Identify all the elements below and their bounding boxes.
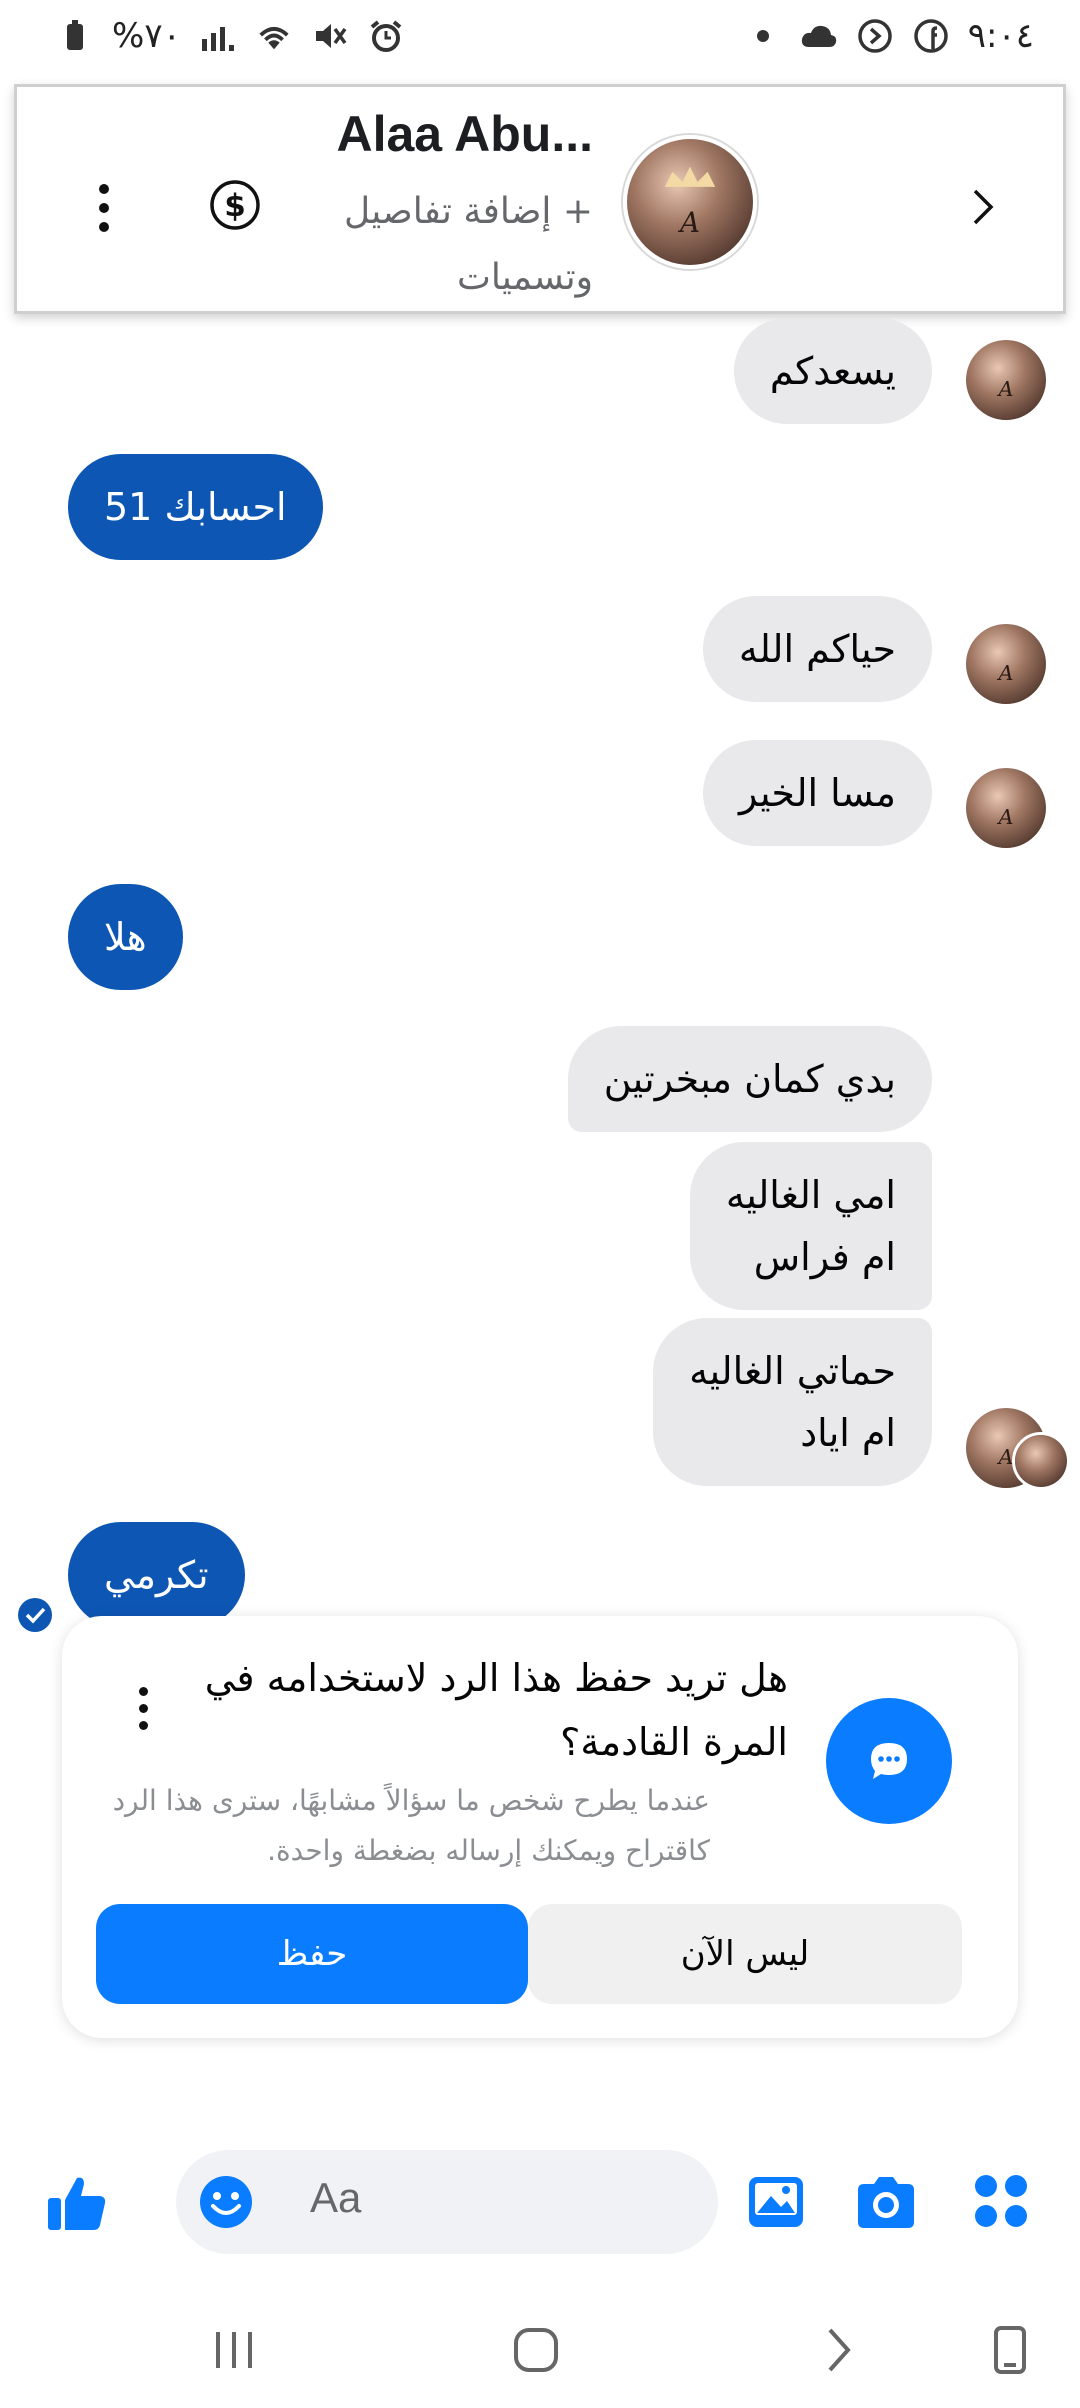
dollar-icon[interactable]: $ [207, 177, 263, 233]
back-nav-icon[interactable] [808, 2320, 868, 2380]
system-nav-bar [0, 2296, 1080, 2408]
contact-avatar[interactable]: A [623, 135, 757, 269]
facebook-icon [912, 17, 950, 55]
alarm-icon [367, 17, 405, 55]
contact-name[interactable]: Alaa Abu... [336, 105, 593, 163]
save-button[interactable]: حفظ [96, 1904, 528, 2004]
camera-icon[interactable] [854, 2174, 918, 2230]
dot-icon [744, 17, 782, 55]
battery-icon [56, 17, 94, 55]
save-reply-card: هل تريد حفظ هذا الرد لاستخدامه في المرة … [62, 1616, 1018, 2038]
svg-text:A: A [996, 377, 1013, 401]
svg-text:$: $ [224, 188, 246, 224]
card-description: عندما يطرح شخص ما سؤالاً مشابهًا، سترى ه… [112, 1784, 710, 1867]
chat-bubble-icon [826, 1698, 952, 1824]
message-bubble[interactable]: مسا الخير [702, 740, 932, 846]
wifi-icon [255, 17, 293, 55]
apps-grid-icon[interactable] [972, 2172, 1030, 2230]
message-bubble[interactable]: يسعدكم [733, 318, 932, 424]
recent-apps-icon[interactable] [204, 2320, 264, 2380]
battery-percent: %٧٠ [112, 16, 181, 56]
more-options-icon[interactable] [79, 173, 129, 243]
back-icon[interactable] [957, 177, 1007, 237]
message-bubble[interactable]: احسابك 51 [68, 454, 323, 560]
message-placeholder: Aa [310, 2174, 362, 2221]
rotate-screen-icon[interactable] [980, 2320, 1040, 2380]
status-left: %٧٠ [56, 16, 405, 56]
message-bubble[interactable]: تكرمي [68, 1522, 245, 1628]
gallery-icon[interactable] [746, 2174, 806, 2230]
thumbs-up-icon[interactable] [44, 2170, 110, 2236]
message-input[interactable]: Aa [176, 2150, 718, 2254]
svg-text:A: A [996, 661, 1013, 685]
message-bubble[interactable]: حياكم الله [702, 596, 932, 702]
sender-avatar[interactable]: A [966, 768, 1046, 848]
message-bubble[interactable]: امي الغاليه ام فراس [689, 1142, 932, 1310]
card-more-icon[interactable] [128, 1678, 158, 1738]
add-details-link[interactable]: + إضافة تفاصيل وتسميات [263, 179, 593, 311]
not-now-button[interactable]: ليس الآن [528, 1904, 962, 2004]
status-right: ٩:٠٤ [744, 16, 1034, 56]
signal-icon [199, 17, 237, 55]
mute-icon [311, 17, 349, 55]
message-bubble[interactable]: هلا [68, 884, 183, 990]
cloud-icon [800, 17, 838, 55]
delivered-check-icon [16, 1596, 54, 1634]
status-bar: %٧٠ ٩:٠٤ [0, 0, 1080, 72]
home-icon[interactable] [506, 2320, 566, 2380]
svg-text:A: A [677, 206, 700, 239]
message-bubble[interactable]: حماتي الغاليه ام اياد [653, 1318, 932, 1486]
sender-avatar[interactable]: A [966, 624, 1046, 704]
svg-text:A: A [996, 1445, 1013, 1469]
message-bubble[interactable]: بدي كمان مبخرتين [567, 1026, 932, 1132]
emoji-icon[interactable] [198, 2174, 254, 2230]
sender-avatar[interactable]: A [966, 340, 1046, 420]
card-title: هل تريد حفظ هذا الرد لاستخدامه في المرة … [204, 1656, 788, 1764]
data-saver-icon [856, 17, 894, 55]
seen-avatar [1012, 1432, 1070, 1490]
svg-text:A: A [996, 805, 1013, 829]
clock-time: ٩:٠٤ [967, 16, 1034, 56]
message-composer: Aa [0, 2136, 1080, 2270]
conversation-header: $ Alaa Abu... + إضافة تفاصيل وتسميات A [14, 84, 1066, 314]
